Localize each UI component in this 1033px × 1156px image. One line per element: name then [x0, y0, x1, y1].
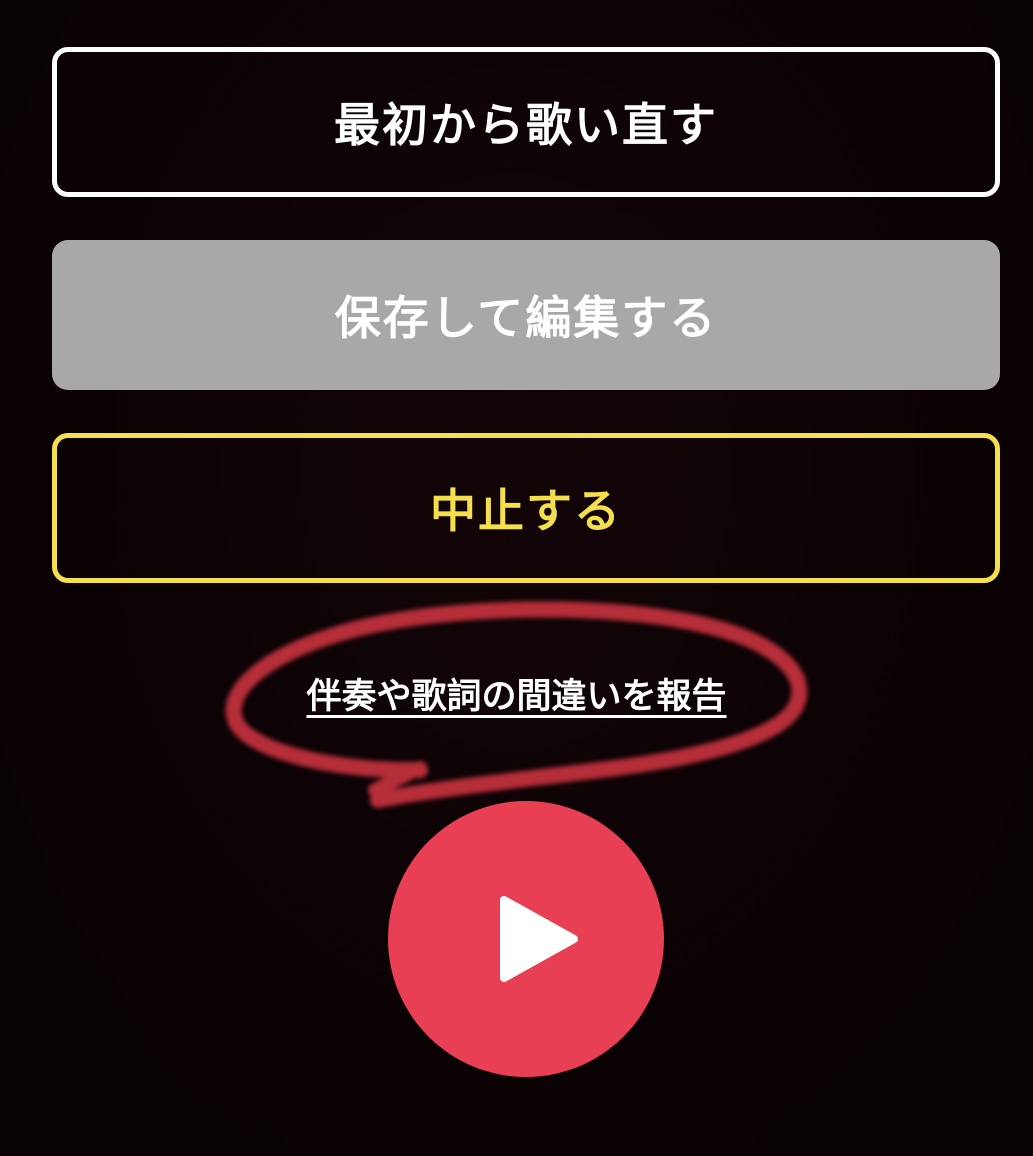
restart-button[interactable]: 最初から歌い直す	[52, 47, 1000, 197]
save-and-edit-button[interactable]: 保存して編集する	[52, 240, 1000, 390]
stop-button[interactable]: 中止する	[52, 433, 1000, 583]
report-error-link[interactable]: 伴奏や歌詞の間違いを報告	[306, 677, 726, 717]
play-icon	[500, 896, 578, 982]
report-error-link-row: 伴奏や歌詞の間違いを報告	[0, 668, 1033, 719]
play-button[interactable]	[388, 801, 664, 1077]
screen: 最初から歌い直す 保存して編集する 中止する 伴奏や歌詞の間違いを報告	[0, 0, 1033, 1156]
